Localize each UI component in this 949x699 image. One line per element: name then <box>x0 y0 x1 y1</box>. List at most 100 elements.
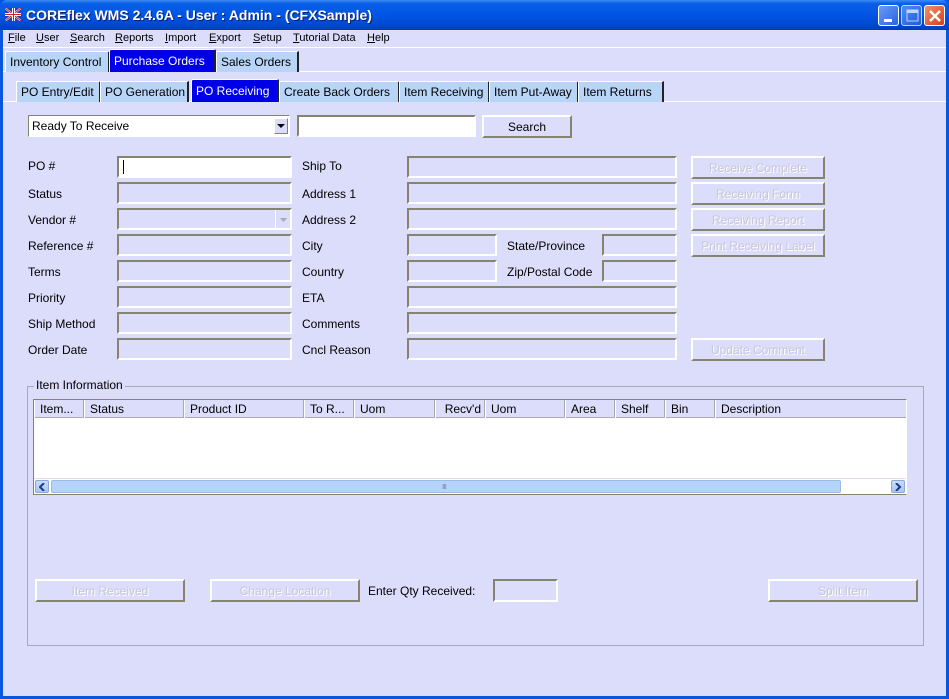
menu-help[interactable]: Help <box>367 32 390 44</box>
column-header[interactable]: Uom <box>485 400 565 418</box>
window-title: COREflex WMS 2.4.6A - User : Admin - (CF… <box>26 7 372 23</box>
minimize-button[interactable] <box>878 5 899 26</box>
column-header[interactable]: Item... <box>34 400 84 418</box>
horizontal-scrollbar[interactable]: IIII <box>34 478 906 494</box>
change-location-button[interactable]: Change Location <box>210 579 360 602</box>
menu-label: ile <box>14 32 26 44</box>
tab-sales-orders[interactable]: Sales Orders <box>216 51 299 72</box>
receiving-form-button[interactable]: Receiving Form <box>691 182 825 205</box>
title-bar[interactable]: COREflex WMS 2.4.6A - User : Admin - (CF… <box>0 0 949 30</box>
terms-label: Terms <box>28 265 61 279</box>
column-header[interactable]: Status <box>84 400 184 418</box>
priority-label: Priority <box>28 291 66 305</box>
receive-complete-button[interactable]: Receive Complete <box>691 156 825 179</box>
scroll-thumb[interactable]: IIII <box>51 480 841 493</box>
po-number-input[interactable] <box>117 156 292 178</box>
close-button[interactable] <box>924 5 945 26</box>
menu-accel: U <box>36 32 44 44</box>
ship-to-field <box>407 156 677 178</box>
button-label: Receiving Form <box>715 187 801 201</box>
tab-item-put-away[interactable]: Item Put-Away <box>489 81 579 102</box>
item-information-group: Item Information Item... Status Product … <box>27 378 924 646</box>
cncl-reason-field <box>407 338 677 360</box>
search-button[interactable]: Search <box>482 115 572 138</box>
menu-accel: R <box>115 32 123 44</box>
status-filter-value: Ready To Receive <box>32 119 130 133</box>
column-header[interactable]: Recv'd <box>435 400 485 418</box>
qty-received-label: Enter Qty Received: <box>368 584 476 598</box>
search-input[interactable] <box>297 115 476 137</box>
tab-inventory-control[interactable]: Inventory Control <box>5 51 110 72</box>
order-date-label: Order Date <box>28 343 88 357</box>
menu-accel: F <box>8 32 15 44</box>
split-item-button[interactable]: Split Item <box>768 579 918 602</box>
qty-received-input[interactable] <box>493 579 558 602</box>
eta-label: ETA <box>302 291 325 305</box>
menu-reports[interactable]: Reports <box>115 32 154 44</box>
country-label: Country <box>302 265 345 279</box>
state-label: State/Province <box>507 239 586 253</box>
button-label: Item Received <box>71 584 149 598</box>
eta-field <box>407 286 677 308</box>
menu-accel: H <box>367 32 375 44</box>
menu-bar: File User Search Reports Import Export S… <box>3 30 946 48</box>
column-header[interactable]: Area <box>565 400 615 418</box>
tab-po-generation[interactable]: PO Generation <box>100 81 189 102</box>
dropdown-arrow-button[interactable] <box>274 118 288 134</box>
po-number-label: PO # <box>28 159 56 173</box>
tab-po-entry-edit[interactable]: PO Entry/Edit <box>16 81 101 102</box>
menu-label: xport <box>216 32 241 44</box>
chevron-right-icon <box>895 483 902 491</box>
maximize-button[interactable] <box>901 5 922 26</box>
scroll-left-button[interactable] <box>35 480 49 493</box>
menu-label: mport <box>168 32 197 44</box>
reference-label: Reference # <box>28 239 94 253</box>
menu-import[interactable]: Import <box>165 32 196 44</box>
text-cursor <box>123 160 124 174</box>
tab-purchase-orders[interactable]: Purchase Orders <box>109 49 216 72</box>
main-tab-bar: Inventory Control Purchase Orders Sales … <box>3 49 946 72</box>
chevron-down-icon <box>280 218 287 222</box>
print-receiving-label-button[interactable]: Print Receiving Label <box>691 234 825 257</box>
button-label: Print Receiving Label <box>701 239 815 253</box>
app-flag-icon <box>5 8 21 21</box>
chevron-left-icon <box>39 483 45 491</box>
tab-create-back-orders[interactable]: Create Back Orders <box>279 81 400 102</box>
tab-item-receiving[interactable]: Item Receiving <box>399 81 490 102</box>
menu-label: eports <box>122 32 154 44</box>
items-table-header: Item... Status Product ID To R... Uom Re… <box>34 400 906 418</box>
status-filter-dropdown[interactable]: Ready To Receive <box>28 115 290 137</box>
cncl-reason-label: Cncl Reason <box>302 343 371 357</box>
address1-label: Address 1 <box>302 187 357 201</box>
column-header[interactable]: To R... <box>304 400 354 418</box>
column-header[interactable]: Uom <box>354 400 435 418</box>
column-header[interactable]: Description <box>715 400 906 418</box>
priority-field <box>117 286 292 308</box>
menu-search[interactable]: Search <box>70 32 105 44</box>
column-header[interactable]: Bin <box>665 400 715 418</box>
button-label: Receive Complete <box>708 161 808 175</box>
update-comment-button[interactable]: Update Comment <box>691 338 825 361</box>
column-header[interactable]: Shelf <box>615 400 665 418</box>
receiving-report-button[interactable]: Receiving Report <box>691 208 825 231</box>
comments-label: Comments <box>302 317 361 331</box>
scroll-grip: IIII <box>442 484 447 491</box>
menu-setup[interactable]: Setup <box>253 32 282 44</box>
comments-field <box>407 312 677 334</box>
scroll-right-button[interactable] <box>891 480 905 493</box>
tab-po-receiving[interactable]: PO Receiving <box>191 79 279 102</box>
column-header[interactable]: Product ID <box>184 400 304 418</box>
zip-field <box>602 260 677 282</box>
city-label: City <box>302 239 323 253</box>
item-received-button[interactable]: Item Received <box>35 579 185 602</box>
menu-file[interactable]: File <box>8 32 26 44</box>
menu-export[interactable]: Export <box>209 32 241 44</box>
menu-user[interactable]: User <box>36 32 59 44</box>
items-table[interactable]: Item... Status Product ID To R... Uom Re… <box>33 399 907 495</box>
terms-field <box>117 260 292 282</box>
zip-label: Zip/Postal Code <box>507 265 593 279</box>
menu-tutorial-data[interactable]: Tutorial Data <box>293 32 356 44</box>
menu-label: utorial Data <box>299 32 356 44</box>
maximize-icon <box>906 9 919 22</box>
tab-item-returns[interactable]: Item Returns <box>578 81 664 102</box>
